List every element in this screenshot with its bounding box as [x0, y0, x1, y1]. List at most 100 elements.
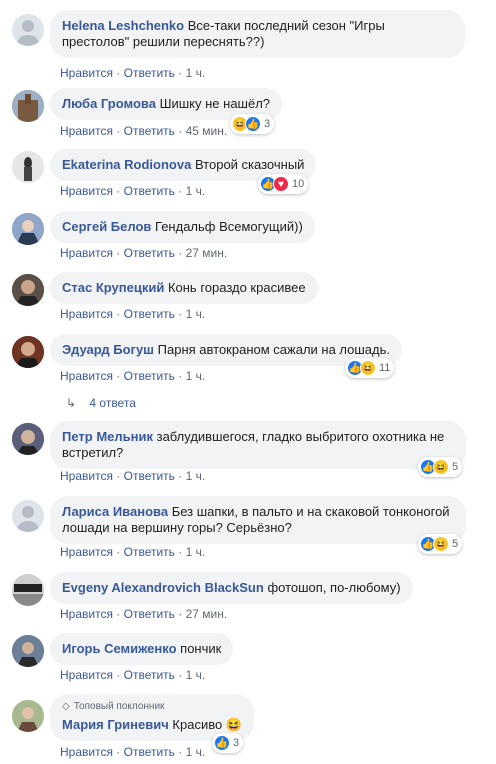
like-reaction-icon: 👍: [245, 116, 261, 132]
comment-actions: Нравится · Ответить · 1 ч.: [60, 545, 205, 559]
timestamp[interactable]: 1 ч.: [186, 545, 206, 559]
comment-actions: Нравится · Ответить · 1 ч.: [60, 668, 205, 682]
separator: ·: [116, 545, 121, 559]
comment-bubble: Петр Мельник заблудившегося, гладко выбр…: [50, 421, 466, 469]
comment-text: Шишку не нашёл?: [159, 96, 271, 111]
haha-reaction-icon: 😆: [360, 360, 376, 376]
timestamp[interactable]: 1 ч.: [186, 469, 206, 483]
love-reaction-icon: ♥: [273, 176, 289, 192]
separator: ·: [116, 745, 121, 759]
like-button[interactable]: Нравится: [60, 369, 113, 383]
reply-button[interactable]: Ответить: [124, 668, 175, 682]
avatar[interactable]: [12, 213, 44, 245]
separator: ·: [116, 668, 121, 682]
reply-button[interactable]: Ответить: [124, 369, 175, 383]
timestamp[interactable]: 1 ч.: [186, 745, 206, 759]
like-reaction-icon: 👍: [214, 735, 230, 751]
reply-button[interactable]: Ответить: [124, 607, 175, 621]
author-name[interactable]: Evgeny Alexandrovich BlackSun: [62, 580, 264, 595]
timestamp[interactable]: 27 мин.: [186, 246, 228, 260]
avatar[interactable]: [12, 14, 44, 46]
separator: ·: [178, 745, 183, 759]
separator: ·: [178, 545, 183, 559]
like-button[interactable]: Нравится: [60, 745, 113, 759]
reply-arrow-icon: ↳: [66, 396, 77, 410]
top-fan-badge: ◇ Топовый поклонник: [62, 699, 242, 715]
reply-button[interactable]: Ответить: [124, 745, 175, 759]
reply-button[interactable]: Ответить: [124, 124, 175, 138]
avatar[interactable]: [12, 500, 44, 532]
reactions-summary[interactable]: 👍 😆 5: [418, 457, 463, 477]
comment-actions: Нравится · Ответить · 1 ч.: [60, 307, 205, 321]
separator: ·: [116, 246, 121, 260]
avatar[interactable]: [12, 151, 44, 183]
comment-actions: Нравится · Ответить · 27 мин.: [60, 246, 227, 260]
separator: ·: [116, 124, 121, 138]
like-button[interactable]: Нравится: [60, 607, 113, 621]
author-name[interactable]: Ekaterina Rodionova: [62, 157, 191, 172]
like-button[interactable]: Нравится: [60, 246, 113, 260]
separator: ·: [178, 369, 183, 383]
like-button[interactable]: Нравится: [60, 307, 113, 321]
reaction-count: 3: [233, 737, 240, 749]
separator: ·: [178, 184, 183, 198]
like-button[interactable]: Нравится: [60, 66, 113, 80]
timestamp[interactable]: 1 ч.: [186, 668, 206, 682]
avatar[interactable]: [12, 635, 44, 667]
comment-bubble: Лариса Иванова Без шапки, в пальто и на …: [50, 496, 466, 544]
like-button[interactable]: Нравится: [60, 124, 113, 138]
reactions-summary[interactable]: 👍 😆 11: [345, 358, 395, 378]
timestamp[interactable]: 45 мин.: [186, 124, 228, 138]
like-button[interactable]: Нравится: [60, 668, 113, 682]
like-button[interactable]: Нравится: [60, 545, 113, 559]
reply-button[interactable]: Ответить: [124, 66, 175, 80]
timestamp[interactable]: 1 ч.: [186, 307, 206, 321]
avatar[interactable]: [12, 423, 44, 455]
timestamp[interactable]: 1 ч.: [186, 184, 206, 198]
reactions-summary[interactable]: 👍 😆 5: [418, 534, 463, 554]
reply-button[interactable]: Ответить: [124, 246, 175, 260]
like-button[interactable]: Нравится: [60, 184, 113, 198]
reply-button[interactable]: Ответить: [124, 469, 175, 483]
reactions-summary[interactable]: 👍 ♥ 10: [258, 174, 309, 194]
like-button[interactable]: Нравится: [60, 469, 113, 483]
author-name[interactable]: Люба Громова: [62, 96, 156, 111]
comment-bubble: Evgeny Alexandrovich BlackSun фотошоп, п…: [50, 572, 413, 604]
separator: ·: [116, 369, 121, 383]
author-name[interactable]: Мария Гриневич: [62, 717, 169, 732]
haha-reaction-icon: 😆: [433, 459, 449, 475]
reply-button[interactable]: Ответить: [124, 307, 175, 321]
separator: ·: [178, 307, 183, 321]
reaction-count: 3: [264, 118, 271, 130]
comment-bubble: Стас Крупецкий Конь гораздо красивее: [50, 272, 318, 304]
reactions-summary[interactable]: 👍 3: [212, 733, 244, 753]
timestamp[interactable]: 1 ч.: [186, 369, 206, 383]
avatar[interactable]: [12, 274, 44, 306]
separator: ·: [116, 469, 121, 483]
avatar[interactable]: [12, 574, 44, 606]
comment-actions: Нравится · Ответить · 1 ч.: [60, 369, 205, 383]
avatar[interactable]: [12, 336, 44, 368]
comment-text: Парня автокраном сажали на лошадь.: [157, 342, 391, 357]
comment-actions: Нравится · Ответить · 1 ч.: [60, 184, 205, 198]
author-name[interactable]: Эдуард Богуш: [62, 342, 154, 357]
comment-text: Гендальф Всемогущий)): [155, 219, 303, 234]
reply-button[interactable]: Ответить: [124, 184, 175, 198]
reply-button[interactable]: Ответить: [124, 545, 175, 559]
author-name[interactable]: Петр Мельник: [62, 429, 153, 444]
author-name[interactable]: Игорь Семиженко: [62, 641, 177, 656]
comment-actions: Нравится · Ответить · 1 ч.: [60, 66, 205, 80]
comment-text: Конь гораздо красивее: [167, 280, 306, 295]
replies-count[interactable]: 4 ответа: [89, 396, 135, 410]
comment-actions: Нравится · Ответить · 1 ч.: [60, 469, 205, 483]
avatar[interactable]: [12, 90, 44, 122]
author-name[interactable]: Лариса Иванова: [62, 504, 168, 519]
author-name[interactable]: Helena Leshchenko: [62, 18, 184, 33]
avatar[interactable]: [12, 700, 44, 732]
timestamp[interactable]: 1 ч.: [186, 66, 206, 80]
timestamp[interactable]: 27 мин.: [186, 607, 228, 621]
view-replies-link[interactable]: ↳ 4 ответа: [66, 396, 136, 410]
author-name[interactable]: Сергей Белов: [62, 219, 151, 234]
author-name[interactable]: Стас Крупецкий: [62, 280, 164, 295]
reactions-summary[interactable]: 😆 👍 3: [230, 114, 275, 134]
